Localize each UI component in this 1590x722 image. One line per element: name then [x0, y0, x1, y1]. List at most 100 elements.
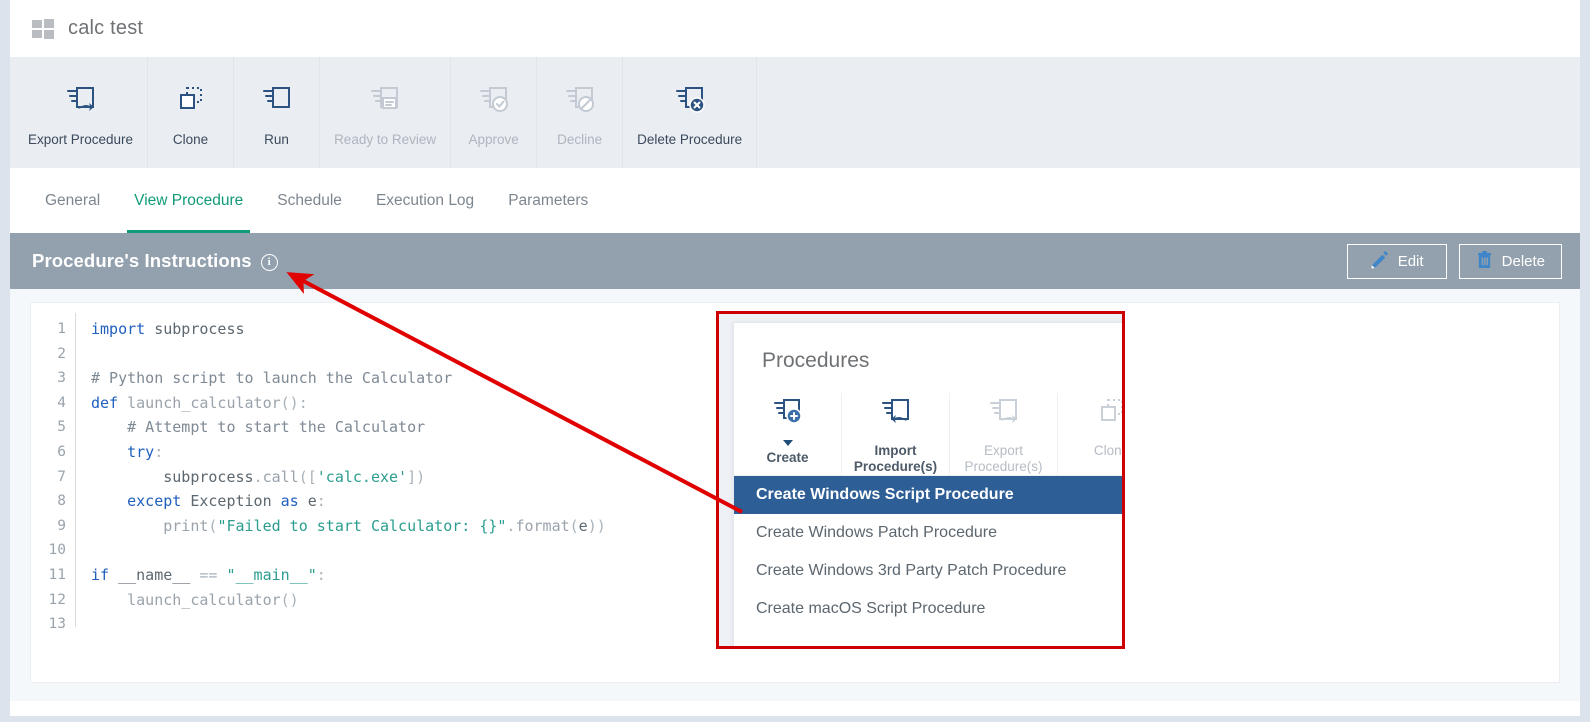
tab-label: View Procedure [134, 191, 244, 209]
gutter-divider [75, 313, 76, 627]
menu-item-create-windows-3rd-party-patch[interactable]: Create Windows 3rd Party Patch Procedure [734, 552, 1122, 590]
import-procedure-icon [879, 397, 913, 439]
line-number: 11 [48, 566, 66, 583]
menu-item-create-windows-patch[interactable]: Create Windows Patch Procedure [734, 514, 1122, 552]
tab-label: Execution Log [375, 191, 475, 209]
line-number: 2 [57, 345, 66, 362]
clone-button[interactable]: Clone [148, 57, 235, 168]
popup-toolbar: Create Import Procedure(s) Export Proced… [734, 393, 1122, 475]
chevron-down-icon [782, 440, 793, 446]
info-circle-icon[interactable]: i [260, 253, 278, 271]
line-number: 10 [48, 542, 66, 559]
app-root: calc test Export Procedure Clone Run Rea… [0, 0, 1590, 722]
line-text: except Exception as e: [127, 492, 326, 511]
pencil-icon [1370, 250, 1389, 273]
tool-label: Delete Procedure [637, 132, 743, 147]
line-number: 9 [57, 517, 66, 534]
delete-label: Delete [1501, 252, 1545, 270]
line-text: subprocess.call(['calc.exe']) [163, 467, 426, 486]
menu-item-create-windows-script[interactable]: Create Windows Script Procedure [734, 476, 1122, 514]
popup-tool-label: Export Procedure(s) [964, 443, 1043, 474]
page-title: calc test [68, 17, 144, 39]
line-number: 12 [48, 591, 66, 608]
export-procedures-button[interactable]: Export Procedure(s) [950, 393, 1058, 475]
menu-item-create-macos-script[interactable]: Create macOS Script Procedure [734, 590, 1122, 628]
action-toolbar: Export Procedure Clone Run Ready to Revi… [10, 57, 1580, 168]
procedures-popup-highlight: Procedures Create Import Procedure(s) Ex… [716, 311, 1125, 649]
tab-label: General [45, 191, 101, 209]
line-text: print("Failed to start Calculator: {}".f… [163, 516, 606, 535]
delete-procedure-icon [673, 78, 707, 124]
line-number: 1 [57, 321, 66, 337]
tool-label: Export Procedure [28, 132, 134, 147]
section-title: Procedure's Instructions [32, 250, 252, 271]
page-header: calc test [10, 0, 1580, 57]
tab-view-procedure[interactable]: View Procedure [117, 168, 260, 233]
tool-label: Decline [557, 132, 603, 147]
clone-icon [1095, 397, 1122, 439]
line-text: if __name__ == "__main__": [91, 565, 326, 584]
line-text: # Python script to launch the Calculator [91, 369, 453, 388]
windows-logo-icon [32, 19, 54, 39]
popup-title: Procedures [762, 349, 870, 372]
create-procedure-button[interactable]: Create [734, 393, 842, 475]
clone-procedure-button[interactable]: Clone [1058, 393, 1122, 475]
run-icon [260, 78, 294, 124]
delete-button[interactable]: Delete [1458, 243, 1562, 279]
line-number: 13 [48, 616, 66, 633]
tab-label: Schedule [277, 191, 342, 209]
tab-label: Parameters [508, 191, 589, 209]
delete-procedure-button[interactable]: Delete Procedure [623, 57, 758, 168]
edit-label: Edit [1397, 252, 1424, 270]
line-number: 8 [57, 493, 66, 510]
create-procedure-menu: Create Windows Script Procedure Create W… [734, 475, 1122, 628]
edit-button[interactable]: Edit [1346, 243, 1447, 279]
tab-general[interactable]: General [28, 168, 117, 233]
menu-item-label: Create macOS Script Procedure [756, 600, 986, 617]
approve-icon [477, 78, 511, 124]
line-text: try: [127, 442, 164, 461]
popup-tool-label: Import Procedure(s) [853, 443, 938, 474]
line-text [75, 612, 91, 637]
line-number: 4 [57, 394, 66, 411]
line-text [75, 342, 91, 367]
section-actions: Edit Delete [1346, 243, 1562, 279]
decline-icon [563, 78, 597, 124]
run-button[interactable]: Run [234, 57, 321, 168]
popup-tool-label: Clone [1093, 443, 1122, 458]
line-number: 5 [57, 419, 66, 436]
line-text: import subprocess [91, 320, 245, 338]
tab-execution-log[interactable]: Execution Log [359, 168, 491, 233]
line-text [75, 538, 91, 563]
bottom-strip [0, 716, 1590, 722]
ready-to-review-icon [368, 78, 402, 124]
tool-label: Clone [172, 132, 209, 147]
section-header-bar: Procedure's Instructions i Edit Delete [10, 233, 1580, 289]
line-number: 7 [57, 468, 66, 485]
procedures-popup: Procedures Create Import Procedure(s) Ex… [733, 322, 1122, 646]
ready-to-review-button[interactable]: Ready to Review [320, 57, 452, 168]
clone-icon [174, 78, 208, 124]
tool-label: Ready to Review [334, 132, 437, 147]
trash-icon [1476, 250, 1493, 273]
create-procedure-icon [771, 397, 805, 439]
tool-label: Run [264, 132, 289, 147]
tab-bar: General View Procedure Schedule Executio… [10, 168, 1580, 233]
export-procedure-icon [987, 397, 1021, 439]
line-text: def launch_calculator(): [91, 393, 308, 412]
export-procedure-button[interactable]: Export Procedure [10, 57, 149, 168]
popup-tool-label: Create [766, 450, 809, 465]
line-number: 6 [57, 443, 66, 460]
tool-label: Approve [468, 132, 519, 147]
menu-item-label: Create Windows 3rd Party Patch Procedure [756, 562, 1067, 579]
menu-item-label: Create Windows Patch Procedure [756, 524, 997, 541]
line-number: 3 [57, 370, 66, 387]
export-procedure-icon [64, 78, 98, 124]
tab-parameters[interactable]: Parameters [491, 168, 605, 233]
tab-schedule[interactable]: Schedule [260, 168, 359, 233]
line-text: launch_calculator() [127, 590, 299, 609]
decline-button[interactable]: Decline [537, 57, 624, 168]
import-procedures-button[interactable]: Import Procedure(s) [842, 393, 950, 475]
menu-item-label: Create Windows Script Procedure [756, 486, 1014, 503]
approve-button[interactable]: Approve [451, 57, 538, 168]
